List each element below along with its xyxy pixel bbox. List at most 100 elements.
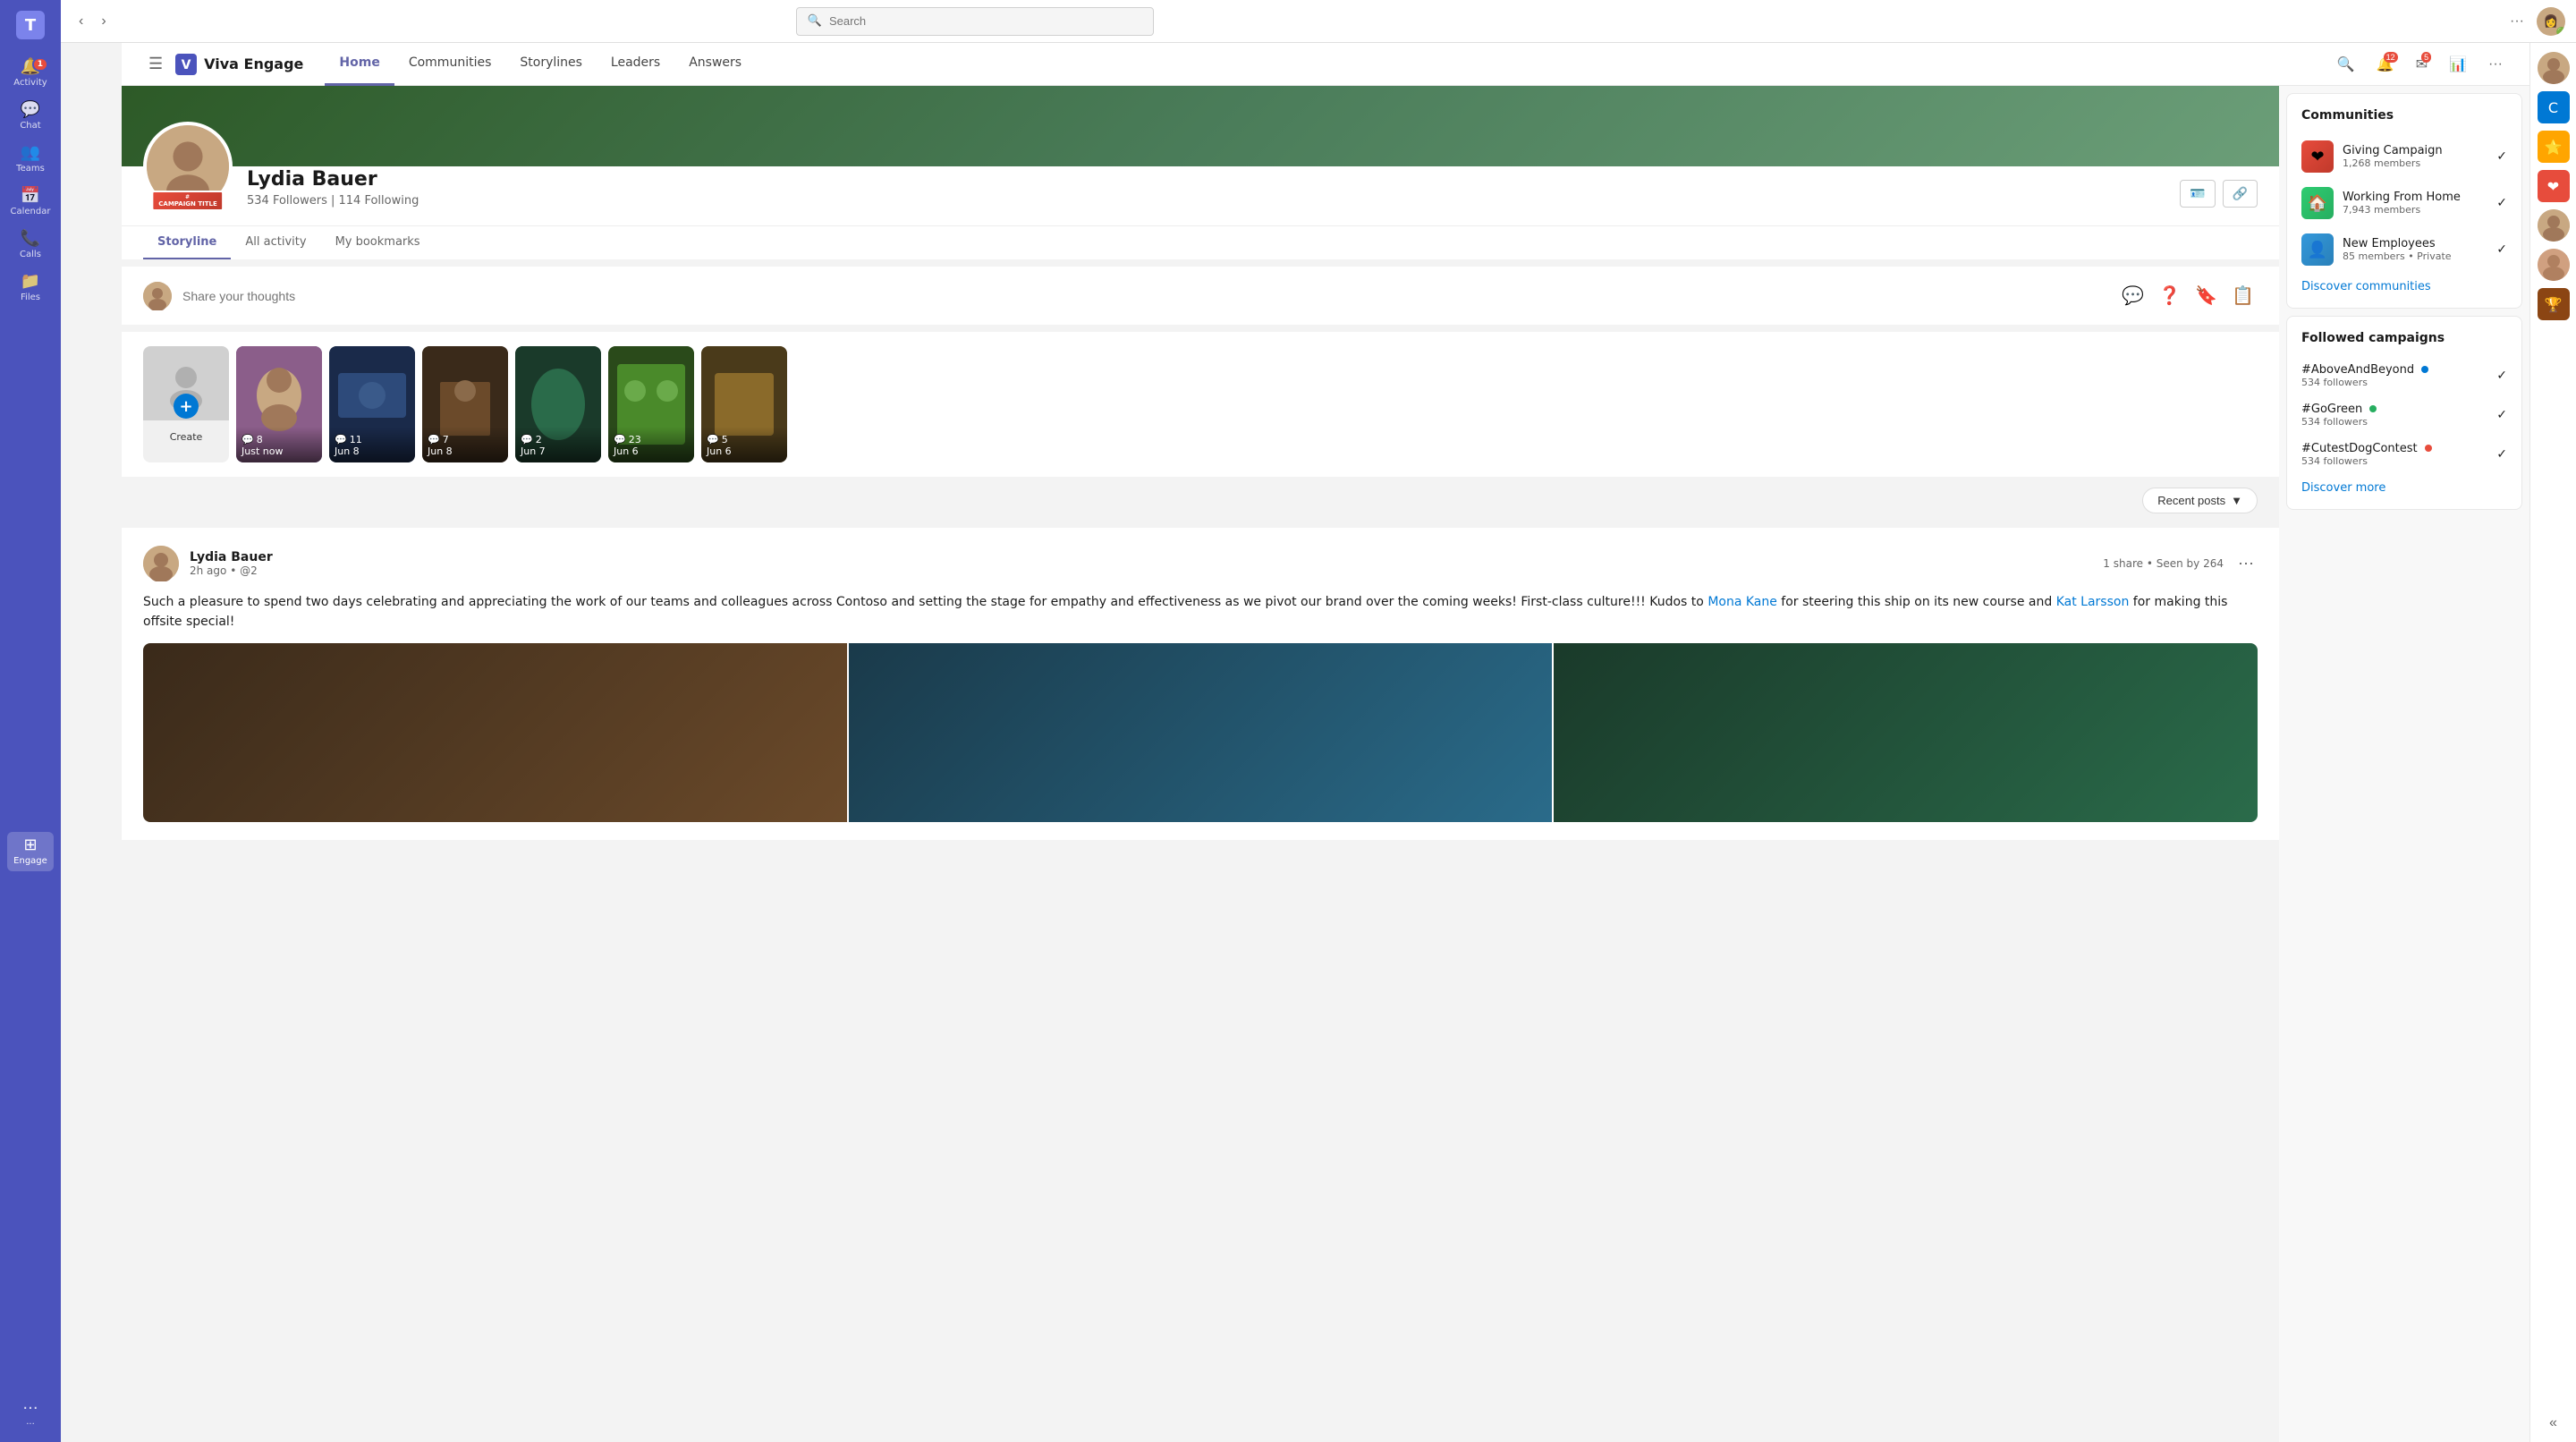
campaign-badge: # CAMPAIGN TITLE [151,191,224,211]
tab-bookmarks[interactable]: My bookmarks [321,226,435,259]
main-container: ☰ V Viva Engage Home Communities Storyli… [122,43,2576,1442]
share-list-button[interactable]: 📋 [2228,281,2258,310]
profile-card-button[interactable]: 🪪 [2180,180,2215,208]
hamburger-button[interactable]: ☰ [143,49,168,79]
tab-storyline[interactable]: Storyline [143,226,231,259]
share-box: 💬 ❓ 🔖 📋 [122,267,2279,325]
campaign-item-dog: #CutestDogContest 534 followers ✓ [2301,435,2507,474]
engage-nav-communities[interactable]: Communities [394,43,506,86]
story-item-2[interactable]: 💬11 Jun 8 [329,346,415,462]
chat-icon: 💬 [21,102,40,118]
campaign-item-green: #GoGreen 534 followers ✓ [2301,395,2507,435]
top-bar: ‹ › 🔍 ··· 👩 [61,0,2576,43]
story-item-3[interactable]: 💬7 Jun 8 [422,346,508,462]
app-item-3[interactable]: ❤ [2538,170,2570,202]
story-6-date: Jun 6 [707,445,782,457]
campaigns-section: Followed campaigns #AboveAndBeyond 534 f… [2286,316,2522,510]
user-avatar-button[interactable]: 👩 [2537,7,2565,36]
nav-item-calls[interactable]: 📞 Calls [7,225,54,265]
search-input[interactable] [829,14,1142,28]
engage-nav-storylines[interactable]: Storylines [505,43,597,86]
header-more-button[interactable]: ··· [2483,51,2508,78]
story-4-count: 💬2 [521,434,596,445]
discover-communities-link[interactable]: Discover communities [2301,280,2507,293]
create-label: Create [143,431,229,443]
nav-item-engage[interactable]: ⊞ Engage [7,832,54,871]
post-link-mona[interactable]: Mona Kane [1707,595,1777,609]
header-search-button[interactable]: 🔍 [2332,50,2360,79]
files-label: Files [21,293,40,302]
profile-info: Lydia Bauer 534 Followers | 114 Followin… [247,168,2165,211]
engage-nav-leaders[interactable]: Leaders [597,43,674,86]
story-5-date: Jun 6 [614,445,689,457]
post-link-kat[interactable]: Kat Larsson [2056,595,2130,609]
message-badge: 5 [2421,52,2431,63]
story-6-count: 💬5 [707,434,782,445]
campaign-dot-above [2421,366,2428,373]
share-bookmark-button[interactable]: 🔖 [2191,281,2221,310]
nav-item-chat[interactable]: 💬 Chat [7,97,54,136]
tab-all-activity[interactable]: All activity [231,226,320,259]
community-check-new-emp: ✓ [2496,242,2507,257]
app-item-6[interactable]: 🏆 [2538,288,2570,320]
engage-nav-answers[interactable]: Answers [674,43,756,86]
post-stats: 1 share • Seen by 264 [2103,557,2224,570]
calendar-label: Calendar [11,207,51,216]
app-item-2[interactable]: ⭐ [2538,131,2570,163]
post-header: Lydia Bauer 2h ago • @2 1 share • Seen b… [143,546,2258,581]
story-2-overlay: 💬11 Jun 8 [329,427,415,462]
recent-posts-chevron: ▼ [2231,494,2242,507]
app-item-5[interactable] [2538,249,2570,281]
profile-link-button[interactable]: 🔗 [2223,180,2258,208]
story-6-overlay: 💬5 Jun 6 [701,427,787,462]
campaign-dot-dog [2425,445,2432,452]
nav-item-calendar[interactable]: 📅 Calendar [7,182,54,222]
app-item-4[interactable] [2538,209,2570,242]
story-item-4[interactable]: 💬2 Jun 7 [515,346,601,462]
story-item-5[interactable]: 💬23 Jun 6 [608,346,694,462]
story-create-item[interactable]: + Create [143,346,229,462]
recent-posts-button[interactable]: Recent posts ▼ [2142,488,2258,513]
campaign-tag-above: #AboveAndBeyond [2301,363,2489,377]
post-seen: Seen by 264 [2157,557,2224,570]
nav-item-activity[interactable]: 1 🔔 Activity [7,54,54,93]
top-more-button[interactable]: ··· [2504,8,2529,35]
community-item-new-emp: 👤 New Employees 85 members • Private ✓ [2301,226,2507,273]
campaign-check-green: ✓ [2496,408,2507,422]
app-profile-item[interactable] [2538,52,2570,84]
post-author-name: Lydia Bauer [190,550,2092,564]
viva-engage-logo-icon: V [175,54,197,75]
feed-area: # CAMPAIGN TITLE Lydia Bauer 534 Followe… [122,86,2279,1442]
story-3-count: 💬7 [428,434,503,445]
collapse-button[interactable]: « [2546,1412,2561,1435]
story-item-1[interactable]: 💬8 Just now [236,346,322,462]
engage-logo-text: Viva Engage [204,55,303,72]
nav-item-files[interactable]: 📁 Files [7,268,54,308]
share-question-button[interactable]: ❓ [2155,281,2184,310]
header-chart-button[interactable]: 📊 [2444,50,2472,79]
community-avatar-new-emp: 👤 [2301,233,2334,266]
calendar-icon: 📅 [21,188,40,204]
discover-more-link[interactable]: Discover more [2301,481,2507,495]
share-thoughts-input[interactable] [182,289,2107,303]
back-button[interactable]: ‹ [72,10,90,33]
apps-sidebar: C ⭐ ❤ 🏆 « [2529,43,2576,1442]
nav-item-teams[interactable]: 👥 Teams [7,140,54,179]
header-notification-button[interactable]: 🔔 12 [2371,50,2400,79]
engage-nav-home[interactable]: Home [325,43,394,86]
app-item-1[interactable]: C [2538,91,2570,123]
post-shares: 1 share [2103,557,2143,570]
campaign-check-above: ✓ [2496,369,2507,383]
nav-item-more[interactable]: ··· ··· [7,1395,54,1435]
campaign-followers-dog: 534 followers [2301,455,2489,467]
post-more-button[interactable]: ⋯ [2234,551,2258,577]
share-chat-button[interactable]: 💬 [2118,281,2148,310]
campaign-item-above: #AboveAndBeyond 534 followers ✓ [2301,356,2507,395]
app-4-avatar [2538,209,2570,242]
post-avatar-image [143,546,179,581]
story-item-6[interactable]: 💬5 Jun 6 [701,346,787,462]
header-message-button[interactable]: ✉ 5 [2411,50,2433,79]
community-name-new-emp: New Employees [2343,237,2487,250]
forward-button[interactable]: › [94,10,113,33]
post-image-2 [849,643,1553,822]
